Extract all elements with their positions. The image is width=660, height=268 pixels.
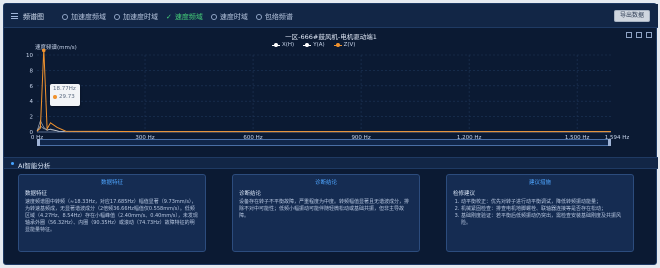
y-tick-label: 4 [30, 99, 34, 105]
chart-tooltip: 18.77Hz 29.73 [50, 84, 80, 106]
series-line-Y(A) [36, 125, 611, 132]
card-data-features: 数据特征 数据特征 速度频谱图中转频（≈18.33Hz，对应17.685Hz）幅… [18, 174, 206, 252]
card-body: 设备存在转子不平衡故障，严重程度为中度。转频幅值显著且无谐波成分，排除不对中可能… [239, 199, 410, 219]
card-title: 建议措施 [528, 180, 551, 186]
radio-icon[interactable] [114, 14, 120, 20]
app-window: 频谱图 加速度频域 加速度时域 ✓ 速度频域 速度时域 包络频谱 导出数据 一区-… [3, 3, 658, 265]
ai-cards: 数据特征 数据特征 速度频谱图中转频（≈18.33Hz，对应17.685Hz）幅… [18, 174, 648, 252]
tooltip-freq: 18.77Hz [53, 86, 76, 92]
slider-handle-right[interactable] [608, 139, 611, 146]
card-title: 诊断结论 [314, 180, 337, 186]
option-envelope[interactable]: 包络频谱 [255, 12, 293, 22]
radio-icon[interactable] [210, 14, 217, 20]
y-tick-label: 6 [30, 84, 34, 90]
card-suggestions: 建议措施 检修建议 动平衡校正：优先对转子进行动平衡调试，降低转频振动能量； 机… [446, 174, 634, 252]
radio-icon[interactable] [62, 14, 68, 20]
menu-icon[interactable] [11, 13, 18, 19]
export-button[interactable]: 导出数据 [613, 10, 650, 22]
ai-analysis-header: AI智能分析 [4, 157, 658, 170]
card-subtitle: 检修建议 [453, 191, 476, 197]
y-tick-label: 2 [30, 115, 34, 121]
suggestion-list: 动平衡校正：优先对转子进行动平衡调试，降低转频振动能量； 机械紧固检查：排查电机… [461, 199, 627, 227]
ai-analysis-title: AI智能分析 [18, 162, 51, 170]
radio-icon[interactable] [255, 14, 262, 20]
card-diagnosis: 诊断结论 诊断结论 设备存在转子不平衡故障，严重程度为中度。转频幅值显著且无谐波… [232, 174, 420, 252]
card-subtitle: 诊断结论 [239, 191, 262, 197]
option-acc-freq[interactable]: 加速度频域 [62, 12, 106, 22]
y-tick-label: 10 [26, 53, 33, 59]
card-body: 速度频谱图中转频（≈18.33Hz，对应17.685Hz）幅值显著（9.73mm… [25, 199, 198, 233]
series-line-Z(V) [36, 48, 611, 133]
series-line-X(H) [36, 119, 611, 132]
spectrum-plot[interactable]: 02468100 Hz 300 Hz 600 Hz 900 Hz 1,200 Hz 1,5… [4, 29, 658, 153]
highlight-point [41, 48, 46, 53]
y-tick-label: 8 [30, 68, 34, 74]
list-item: 动平衡校正：优先对转子进行动平衡调试，降低转频振动能量； [461, 199, 627, 206]
list-item: 基础刚度验证：若平衡后低频振动仍突出，需检查安装基础刚度及共振风险。 [461, 213, 627, 227]
tooltip-value: 29.73 [59, 94, 75, 100]
chart-area: 一区-666#鼓风机-电机驱动端1 X(H) Y(A) Z(V) 速度频谱(mm… [4, 29, 658, 153]
zoom-slider[interactable] [37, 139, 611, 146]
spectrum-title: 频谱图 [23, 13, 44, 21]
check-icon[interactable]: ✓ [166, 14, 172, 21]
card-title: 数据特征 [100, 180, 123, 186]
slider-handle-left[interactable] [37, 139, 40, 146]
card-subtitle: 数据特征 [25, 191, 48, 197]
list-item: 机械紧固检查：排查电机地脚螺栓、联轴器连接等是否存在松动； [461, 206, 627, 213]
toolbar: 频谱图 加速度频域 加速度时域 ✓ 速度频域 速度时域 包络频谱 导出数据 [4, 4, 658, 28]
option-acc-time[interactable]: 加速度时域 [114, 12, 158, 22]
option-vel-time[interactable]: 速度时域 [210, 12, 248, 22]
mode-selector: 加速度频域 加速度时域 ✓ 速度频域 速度时域 包络频谱 [62, 12, 293, 22]
option-vel-freq[interactable]: ✓ 速度频域 [166, 12, 203, 22]
bullet-icon [11, 162, 14, 165]
